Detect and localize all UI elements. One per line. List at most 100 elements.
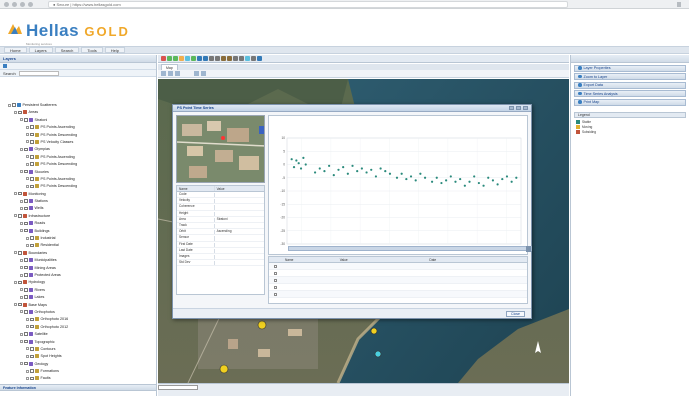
expand-toggle-icon[interactable] (20, 362, 23, 366)
expand-toggle-icon[interactable] (26, 325, 29, 329)
menu-item-tools[interactable]: Tools (81, 47, 103, 53)
expand-toggle-icon[interactable] (26, 177, 29, 181)
expand-toggle-icon[interactable] (26, 125, 29, 129)
layer-search-input[interactable] (18, 70, 59, 76)
layer-tree-item[interactable]: Lakes (0, 294, 156, 301)
grid-col-value[interactable]: Value (338, 257, 428, 262)
forward-icon[interactable] (12, 2, 17, 7)
time-range-slider[interactable] (288, 246, 532, 252)
layer-checkbox[interactable] (12, 103, 16, 107)
layer-tree-item[interactable]: PS Points Ascending (0, 124, 156, 131)
layer-checkbox[interactable] (24, 258, 28, 262)
toolbar-query-icon[interactable] (245, 56, 250, 61)
expand-toggle-icon[interactable] (14, 110, 17, 114)
grid-col-name[interactable]: Name (283, 257, 338, 262)
slider-handle[interactable] (526, 246, 531, 252)
layer-tree-item[interactable]: Industrial (0, 235, 156, 242)
row-checkbox[interactable] (269, 277, 283, 283)
expand-toggle-icon[interactable] (26, 354, 29, 358)
checkbox-icon[interactable] (274, 285, 278, 289)
layer-tree-item[interactable]: Orthophotos (0, 309, 156, 316)
layer-checkbox[interactable] (30, 177, 34, 181)
layer-tree-item[interactable]: Stations (0, 198, 156, 205)
layer-tree-item[interactable]: PS Velocity Classes (0, 139, 156, 146)
back-icon[interactable] (4, 2, 9, 7)
layer-tree-item[interactable]: Skouries (0, 169, 156, 176)
expand-toggle-icon[interactable] (20, 288, 23, 292)
layer-tree-item[interactable]: Satellite (0, 331, 156, 338)
expand-toggle-icon[interactable] (26, 243, 29, 247)
layer-checkbox[interactable] (18, 110, 22, 115)
toolbar-pan-icon[interactable] (209, 56, 214, 61)
tool-zoom-icon[interactable] (175, 71, 180, 76)
layer-tree-item[interactable]: Protected Areas (0, 272, 156, 279)
toolbar-measure-icon[interactable] (221, 56, 226, 61)
layer-checkbox[interactable] (30, 236, 34, 240)
layer-tree-item[interactable]: PS Points Ascending (0, 154, 156, 161)
expand-toggle-icon[interactable] (20, 206, 23, 210)
browser-menu-icon[interactable] (677, 2, 681, 7)
layer-tree-item[interactable]: Infrastructure (0, 213, 156, 220)
expand-toggle-icon[interactable] (20, 258, 23, 262)
expand-toggle-icon[interactable] (26, 133, 29, 137)
expand-toggle-icon[interactable] (14, 214, 17, 218)
layer-tree-item[interactable]: PS Points Descending (0, 183, 156, 190)
expand-toggle-icon[interactable] (20, 147, 23, 151)
layer-tree-item[interactable]: Wells (0, 205, 156, 212)
layer-checkbox[interactable] (30, 317, 34, 322)
layer-checkbox[interactable] (30, 369, 34, 373)
layer-checkbox[interactable] (18, 214, 22, 218)
layer-tree-item[interactable]: Boundaries (0, 250, 156, 257)
layer-tree-item[interactable]: Buildings (0, 228, 156, 235)
layer-checkbox[interactable] (24, 332, 28, 336)
tool-hand-icon[interactable] (168, 71, 173, 76)
layer-checkbox[interactable] (24, 339, 28, 344)
layer-tree-item[interactable]: Olympias (0, 146, 156, 153)
layer-checkbox[interactable] (24, 361, 28, 366)
layer-tree-item[interactable]: Rivers (0, 287, 156, 294)
layer-checkbox[interactable] (30, 162, 34, 166)
expand-toggle-icon[interactable] (14, 280, 17, 284)
minimize-icon[interactable] (509, 106, 514, 110)
layer-checkbox[interactable] (24, 147, 28, 152)
menu-item-home[interactable]: Home (4, 47, 27, 53)
expand-toggle-icon[interactable] (26, 162, 29, 166)
attr-col-name[interactable]: Name (177, 186, 215, 191)
expand-toggle-icon[interactable] (14, 251, 17, 255)
tool-settings-icon[interactable] (201, 71, 206, 76)
expand-toggle-icon[interactable] (8, 103, 11, 107)
grid-col-select[interactable] (269, 257, 283, 262)
tool-button[interactable]: Print Map (574, 98, 686, 106)
expand-toggle-icon[interactable] (20, 118, 23, 122)
layer-tree-item[interactable]: Orthophoto 2016 (0, 316, 156, 323)
row-checkbox[interactable] (269, 263, 283, 269)
layer-tree-item[interactable]: PS Points Ascending (0, 176, 156, 183)
layer-checkbox[interactable] (30, 376, 34, 381)
map-marker-yellow-icon[interactable] (257, 320, 267, 330)
layer-checkbox[interactable] (24, 199, 28, 203)
layer-tree-item[interactable]: Areas (0, 109, 156, 116)
tool-pointer-icon[interactable] (161, 71, 166, 76)
layer-checkbox[interactable] (24, 265, 28, 270)
layer-checkbox[interactable] (30, 243, 34, 248)
layer-checkbox[interactable] (18, 280, 22, 285)
toolbar-edit-icon[interactable] (179, 56, 184, 61)
layer-tree-item[interactable]: Roads (0, 220, 156, 227)
expand-toggle-icon[interactable] (26, 236, 29, 240)
layer-checkbox[interactable] (30, 132, 34, 137)
layer-checkbox[interactable] (24, 228, 28, 233)
layer-tree-item[interactable]: Municipalities (0, 257, 156, 264)
layer-checkbox[interactable] (24, 288, 28, 292)
reload-icon[interactable] (20, 2, 25, 7)
layer-checkbox[interactable] (30, 140, 34, 144)
row-checkbox[interactable] (269, 291, 283, 297)
layer-tree-item[interactable]: Orthophoto 2012 (0, 324, 156, 331)
expand-toggle-icon[interactable] (20, 273, 23, 277)
layer-tree-item[interactable]: Base Maps (0, 302, 156, 309)
checkbox-icon[interactable] (274, 271, 278, 275)
layer-tree-item[interactable]: Residential (0, 242, 156, 249)
map-marker-yellow-icon[interactable] (219, 364, 229, 374)
expand-toggle-icon[interactable] (20, 332, 23, 336)
toolbar-layers-icon[interactable] (257, 56, 262, 61)
table-row[interactable] (269, 270, 527, 277)
